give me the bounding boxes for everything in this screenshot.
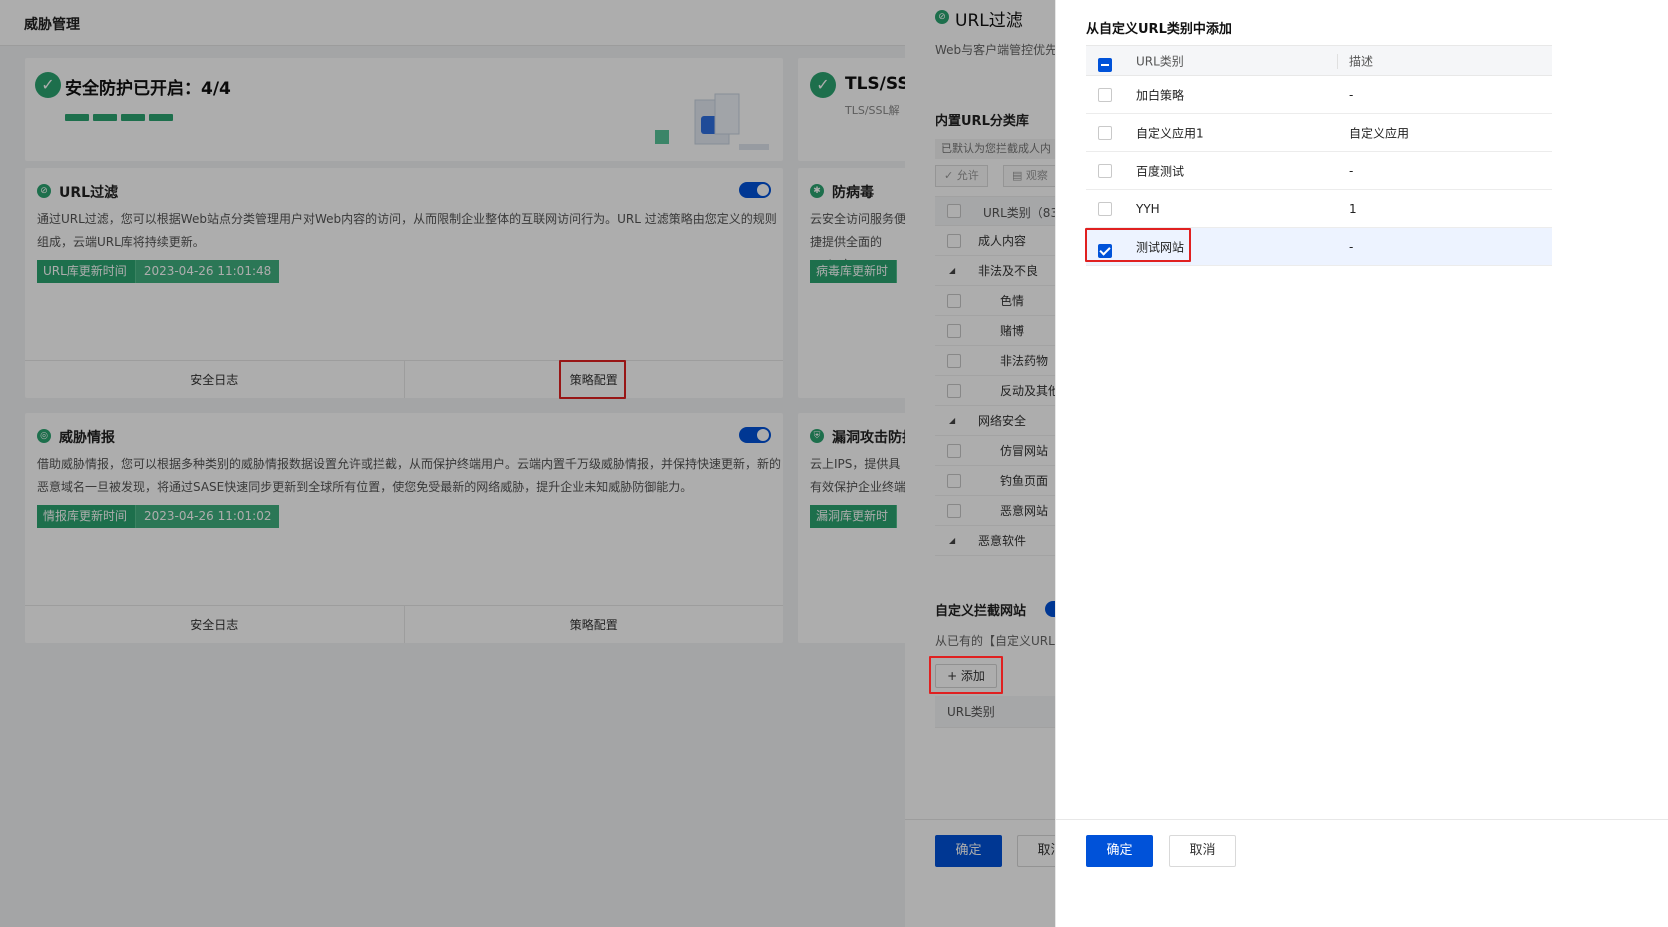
category-description: - [1349,239,1354,254]
category-description: - [1349,163,1354,178]
row-checkbox[interactable] [1098,125,1112,140]
mask-overlay-secondary[interactable] [905,0,1055,927]
category-name: YYH [1136,201,1160,216]
table-row[interactable]: 百度测试 - [1086,152,1552,190]
cancel-button[interactable]: 取消 [1169,835,1236,867]
category-name: 自定义应用1 [1136,126,1204,140]
select-all-checkbox[interactable] [1098,57,1112,72]
row-checkbox[interactable] [1098,201,1112,216]
drawer-footer: 确定 取消 [1056,819,1668,927]
category-name: 加白策略 [1136,88,1185,102]
table-header: URL类别 描述 [1086,45,1552,76]
table-row[interactable]: YYH 1 [1086,190,1552,228]
column-separator [1337,54,1338,69]
category-description: 1 [1349,201,1357,216]
category-name: 百度测试 [1136,164,1185,178]
drawer-title: 从自定义URL类别中添加 [1086,22,1232,37]
table-row[interactable]: 自定义应用1 自定义应用 [1086,114,1552,152]
category-description: - [1349,87,1354,102]
add-custom-category-drawer: 从自定义URL类别中添加 URL类别 描述 加白策略 - 自定义应用1 自定义应用百度… [1055,0,1668,927]
mask-overlay[interactable] [0,0,905,927]
annotation-box-selected-row [1085,228,1191,262]
row-checkbox[interactable] [1098,163,1112,178]
annotation-box-add [929,656,1003,694]
row-checkbox[interactable] [1098,87,1112,102]
confirm-button[interactable]: 确定 [1086,835,1153,867]
column-url-category: URL类别 [1136,54,1184,68]
column-description: 描述 [1349,54,1374,68]
category-description: 自定义应用 [1349,126,1410,140]
table-row[interactable]: 加白策略 - [1086,76,1552,114]
